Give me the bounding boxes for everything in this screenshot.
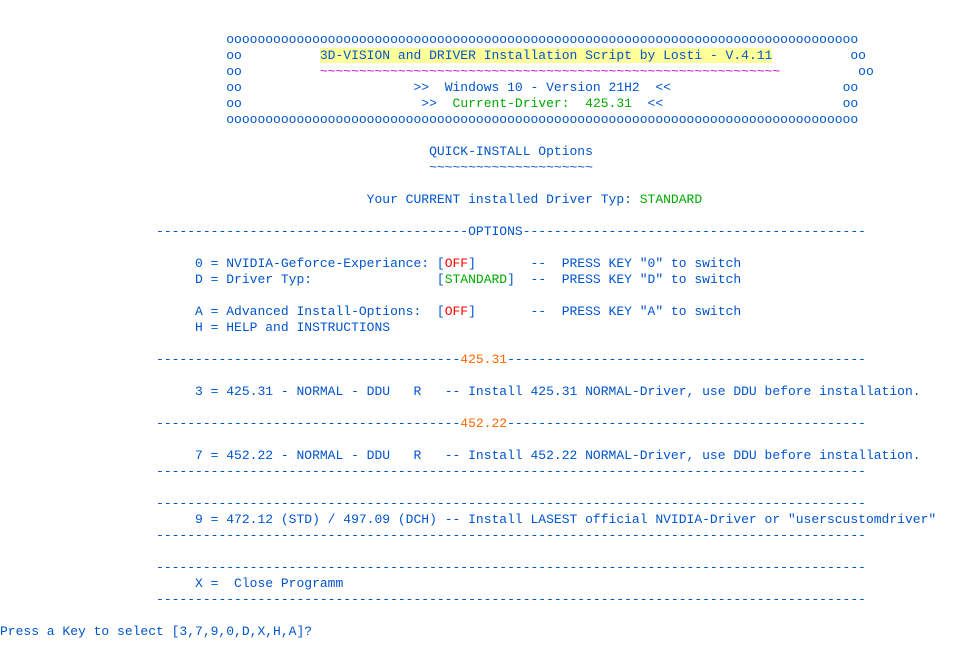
- options-divider-post: ----------------------------------------…: [523, 224, 866, 239]
- current-typ-value: STANDARD: [640, 192, 702, 207]
- border-side: oo: [850, 48, 866, 63]
- option-3[interactable]: 3 = 425.31 - NORMAL - DDU R -- Install 4…: [195, 384, 921, 399]
- option-a-value: OFF: [445, 304, 468, 319]
- option-h[interactable]: H = HELP and INSTRUCTIONS: [195, 320, 390, 335]
- quick-install-title: QUICK-INSTALL Options: [429, 144, 593, 159]
- border-side: oo: [226, 96, 242, 111]
- option-0-value: OFF: [445, 256, 468, 271]
- current-driver: Current-Driver: 425.31: [453, 96, 632, 111]
- divider: ----------------------------------------…: [156, 592, 866, 607]
- cur-post: <<: [632, 96, 663, 111]
- border-side: oo: [858, 64, 874, 79]
- script-title: 3D-VISION and DRIVER Installation Script…: [320, 48, 772, 63]
- div-425-post: ----------------------------------------…: [507, 352, 866, 367]
- option-x[interactable]: X = Close Programm: [195, 576, 343, 591]
- option-0-post: ] -- PRESS KEY "0" to switch: [468, 256, 741, 271]
- border-side: oo: [843, 80, 859, 95]
- border-top: oooooooooooooooooooooooooooooooooooooooo…: [226, 32, 858, 47]
- cur-pre: >>: [421, 96, 452, 111]
- div-452-post: ----------------------------------------…: [507, 416, 866, 431]
- option-9[interactable]: 9 = 472.12 (STD) / 497.09 (DCH) -- Insta…: [195, 512, 936, 527]
- quick-install-underline: ~~~~~~~~~~~~~~~~~~~~~: [429, 160, 593, 175]
- border-bottom: oooooooooooooooooooooooooooooooooooooooo…: [226, 112, 858, 127]
- div-425-mid: 425.31: [460, 352, 507, 367]
- div-452-mid: 452.22: [460, 416, 507, 431]
- option-a-post: ] -- PRESS KEY "A" to switch: [468, 304, 741, 319]
- option-7[interactable]: 7 = 452.22 - NORMAL - DDU R -- Install 4…: [195, 448, 921, 463]
- border-side: oo: [226, 80, 242, 95]
- prompt[interactable]: Press a Key to select [3,7,9,0,D,X,H,A]?: [0, 624, 312, 639]
- options-divider-pre: ----------------------------------------: [156, 224, 468, 239]
- divider: ----------------------------------------…: [156, 528, 866, 543]
- option-d-post: ] -- PRESS KEY "D" to switch: [507, 272, 741, 287]
- border-side: oo: [226, 48, 242, 63]
- div-452-pre: ---------------------------------------: [156, 416, 460, 431]
- div-425-pre: ---------------------------------------: [156, 352, 460, 367]
- option-a[interactable]: A = Advanced Install-Options: [: [195, 304, 445, 319]
- options-divider-mid: OPTIONS: [468, 224, 523, 239]
- border-side: oo: [843, 96, 859, 111]
- windows-version: >> Windows 10 - Version 21H2 <<: [414, 80, 671, 95]
- current-typ-label: Your CURRENT installed Driver Typ:: [367, 192, 640, 207]
- option-d-value: STANDARD: [445, 272, 507, 287]
- divider: ----------------------------------------…: [156, 560, 866, 575]
- divider: ----------------------------------------…: [156, 496, 866, 511]
- border-side: oo: [226, 64, 242, 79]
- divider: ----------------------------------------…: [156, 464, 866, 479]
- title-underline: ~~~~~~~~~~~~~~~~~~~~~~~~~~~~~~~~~~~~~~~~…: [320, 64, 780, 79]
- option-0[interactable]: 0 = NVIDIA-Geforce-Experiance: [: [195, 256, 445, 271]
- option-d[interactable]: D = Driver Typ: [: [195, 272, 445, 287]
